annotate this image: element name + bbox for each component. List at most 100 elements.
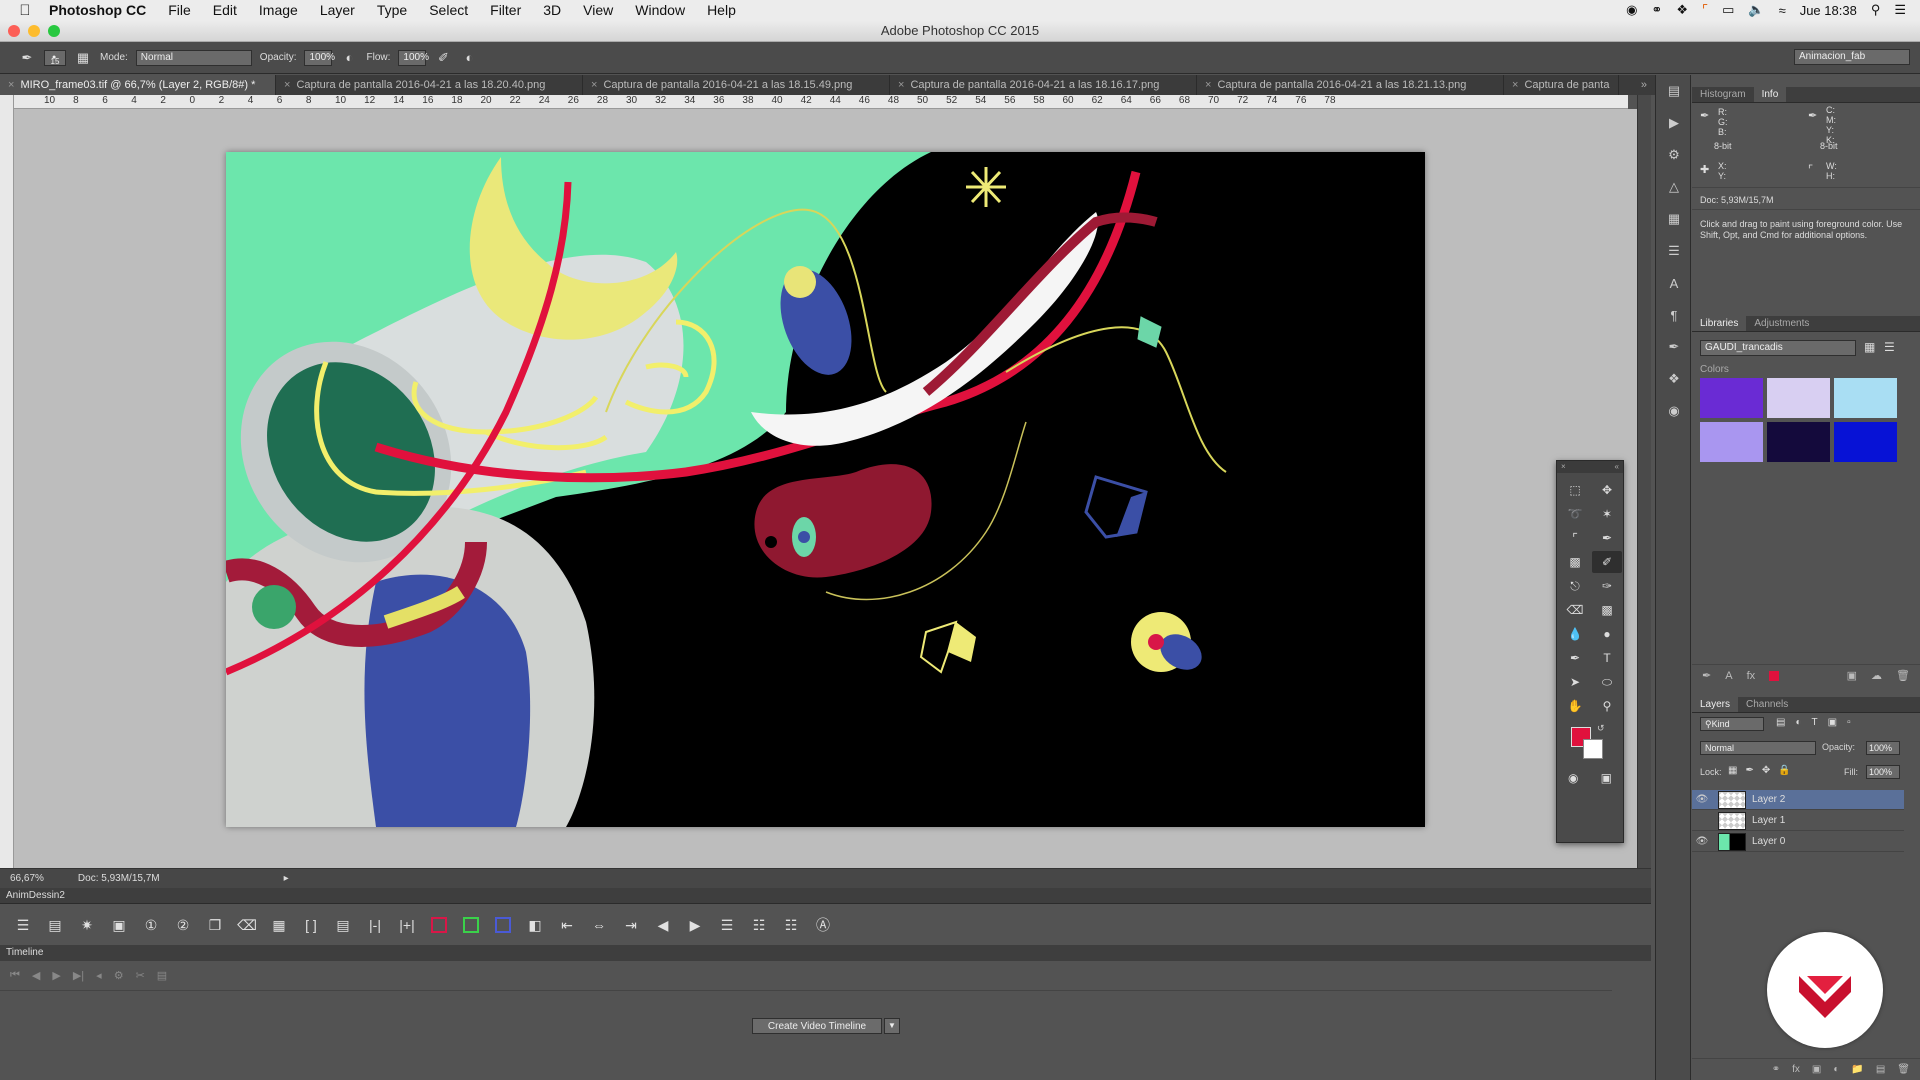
eraser-tool-icon[interactable]: ⌫ bbox=[1560, 599, 1590, 621]
clone-stamp-tool-icon[interactable]: ⎋ bbox=[1560, 575, 1590, 597]
menu-view[interactable]: View bbox=[572, 2, 624, 18]
close-icon[interactable]: × bbox=[1561, 461, 1566, 473]
doc-size[interactable]: Doc: 5,93M/15,7M bbox=[78, 873, 160, 884]
library-swatch[interactable] bbox=[1700, 422, 1763, 462]
red-channel-icon[interactable] bbox=[426, 912, 452, 938]
layer-stack-icon[interactable]: ▤ bbox=[42, 912, 68, 938]
next-frame-icon[interactable]: ▶| bbox=[73, 969, 84, 982]
center-frames-icon[interactable]: ⇔ bbox=[586, 912, 612, 938]
close-tab-icon[interactable]: × bbox=[1512, 79, 1518, 91]
add-fill-color-icon[interactable] bbox=[1769, 670, 1780, 681]
menu-app-name[interactable]: Photoshop CC bbox=[38, 2, 157, 18]
first-frame-icon[interactable]: ◀ bbox=[650, 912, 676, 938]
magic-wand-tool-icon[interactable]: ✶ bbox=[1592, 503, 1622, 525]
tool-presets-icon[interactable]: ✒ bbox=[1656, 331, 1692, 363]
close-tab-icon[interactable]: × bbox=[591, 79, 597, 91]
library-swatch[interactable] bbox=[1767, 378, 1830, 418]
tab-channels[interactable]: Channels bbox=[1738, 697, 1796, 712]
layer-style-icon[interactable]: fx bbox=[1792, 1064, 1800, 1075]
opacity-input[interactable]: 100% bbox=[304, 49, 335, 66]
tab-histogram[interactable]: Histogram bbox=[1692, 87, 1754, 102]
add-char-style-icon[interactable]: A bbox=[1725, 670, 1732, 682]
history-icon[interactable]: ▤ bbox=[1656, 75, 1692, 107]
zoom-tool-icon[interactable]: ⚲ bbox=[1592, 695, 1622, 717]
layer-row-layer-1[interactable]: Layer 1 bbox=[1692, 811, 1904, 831]
vertical-scrollbar[interactable] bbox=[1637, 95, 1651, 868]
flow-input[interactable]: 100% bbox=[398, 49, 429, 66]
dropbox-icon[interactable]: ❖ bbox=[1676, 2, 1688, 18]
eyedropper-tool-icon[interactable]: ✒ bbox=[1592, 527, 1622, 549]
tab-document[interactable]: × Captura de pantalla 2016-04-21 a las 18… bbox=[890, 75, 1197, 95]
properties-icon[interactable]: ⚙ bbox=[1656, 139, 1692, 171]
tab-document[interactable]: × Captura de pantalla 2016-04-21 a las 18… bbox=[276, 75, 583, 95]
shape-filter-icon[interactable]: ▣ bbox=[1828, 717, 1837, 728]
marquee-tool-icon[interactable]: ⬚ bbox=[1560, 479, 1590, 501]
layer-name[interactable]: Layer 0 bbox=[1752, 836, 1785, 847]
gradient-tool-icon[interactable]: ▩ bbox=[1592, 599, 1622, 621]
split-icon[interactable]: ✂ bbox=[136, 969, 145, 982]
stock-icon[interactable]: ▣ bbox=[1847, 669, 1857, 682]
workspace-select[interactable]: Animacion_fab bbox=[1794, 49, 1910, 65]
move-tool-icon[interactable]: ✥ bbox=[1592, 479, 1622, 501]
dodge-tool-icon[interactable]: ● bbox=[1592, 623, 1622, 645]
layer-name[interactable]: Layer 2 bbox=[1752, 794, 1785, 805]
menu-type[interactable]: Type bbox=[366, 2, 418, 18]
layer-row-layer-2[interactable]: 👁 Layer 2 bbox=[1692, 790, 1904, 810]
chevron-down-icon[interactable]: ▼ bbox=[884, 1018, 900, 1034]
eye-icon[interactable]: 👁 bbox=[1692, 794, 1712, 805]
previous-frame-icon[interactable]: ◀ bbox=[32, 969, 40, 982]
lasso-tool-icon[interactable]: ➰ bbox=[1560, 503, 1590, 525]
grid-view-icon[interactable]: ▦ bbox=[1864, 340, 1875, 354]
tab-document[interactable]: × Captura de panta bbox=[1504, 75, 1619, 95]
select-frames-icon[interactable]: ▦ bbox=[266, 912, 292, 938]
play-icon[interactable]: ▶ bbox=[52, 969, 60, 982]
bracket-icon[interactable]: [ ] bbox=[298, 912, 324, 938]
background-color[interactable] bbox=[1583, 739, 1603, 759]
create-video-timeline-button[interactable]: Create Video Timeline bbox=[752, 1018, 882, 1034]
layers-group-icon[interactable]: ▤ bbox=[330, 912, 356, 938]
airbrush-icon[interactable]: ✐ bbox=[434, 49, 452, 67]
menu-file[interactable]: File bbox=[157, 2, 202, 18]
notification-center-icon[interactable]: ☰ bbox=[1894, 2, 1906, 18]
clone-source-icon[interactable]: ◉ bbox=[1656, 395, 1692, 427]
brush-tool-icon[interactable]: ✐ bbox=[1592, 551, 1622, 573]
close-tab-icon[interactable]: × bbox=[284, 79, 290, 91]
transition-icon[interactable]: ▤ bbox=[157, 969, 167, 982]
close-tab-icon[interactable]: × bbox=[1205, 79, 1211, 91]
tab-document[interactable]: × Captura de pantalla 2016-04-21 a las 18… bbox=[583, 75, 890, 95]
shrink-icon[interactable]: |-| bbox=[362, 912, 388, 938]
menu-edit[interactable]: Edit bbox=[202, 2, 248, 18]
add-graphic-icon[interactable]: ✒ bbox=[1702, 669, 1711, 682]
expand-icon[interactable]: |+| bbox=[394, 912, 420, 938]
tab-adjustments[interactable]: Adjustments bbox=[1746, 316, 1817, 331]
add-frame-2-icon[interactable]: ② bbox=[170, 912, 196, 938]
about-icon[interactable]: Ⓐ bbox=[810, 912, 836, 938]
last-frame-icon[interactable]: ▶ bbox=[682, 912, 708, 938]
layer-name[interactable]: Layer 1 bbox=[1752, 815, 1785, 826]
new-layer-icon[interactable]: ▤ bbox=[1876, 1064, 1885, 1075]
artwork-canvas[interactable] bbox=[226, 152, 1425, 827]
tab-layers[interactable]: Layers bbox=[1692, 697, 1739, 712]
new-group-icon[interactable]: 📁 bbox=[1851, 1064, 1863, 1075]
paragraph-icon[interactable]: ¶ bbox=[1656, 299, 1692, 331]
move-frames-left-icon[interactable]: ⇤ bbox=[554, 912, 580, 938]
adjustment-filter-icon[interactable]: ◐ bbox=[1795, 717, 1801, 728]
type-tool-icon[interactable]: T bbox=[1592, 647, 1622, 669]
delete-frame-icon[interactable]: ⌫ bbox=[234, 912, 260, 938]
record-icon[interactable]: ◉ bbox=[1626, 2, 1637, 18]
crop-tool-icon[interactable]: ⌜ bbox=[1560, 527, 1590, 549]
onion-skin-icon[interactable]: ✷ bbox=[74, 912, 100, 938]
add-frame-1-icon[interactable]: ① bbox=[138, 912, 164, 938]
pen-tool-icon[interactable]: ✒ bbox=[1560, 647, 1590, 669]
ellipse-tool-icon[interactable]: ⬭ bbox=[1592, 671, 1622, 693]
history-brush-tool-icon[interactable]: ✑ bbox=[1592, 575, 1622, 597]
frames-list-icon[interactable]: ☰ bbox=[10, 912, 36, 938]
settings-icon[interactable]: ⚙ bbox=[114, 969, 124, 982]
layer-kind-filter[interactable]: ⚲Kind bbox=[1700, 717, 1764, 731]
smart-object-filter-icon[interactable]: ▫ bbox=[1847, 717, 1851, 728]
menu-select[interactable]: Select bbox=[418, 2, 479, 18]
export-html-icon[interactable]: ☷ bbox=[746, 912, 772, 938]
zoom-level[interactable]: 66,67% bbox=[10, 873, 44, 884]
menu-image[interactable]: Image bbox=[248, 2, 309, 18]
go-to-first-frame-icon[interactable]: ⏮ bbox=[10, 969, 20, 982]
